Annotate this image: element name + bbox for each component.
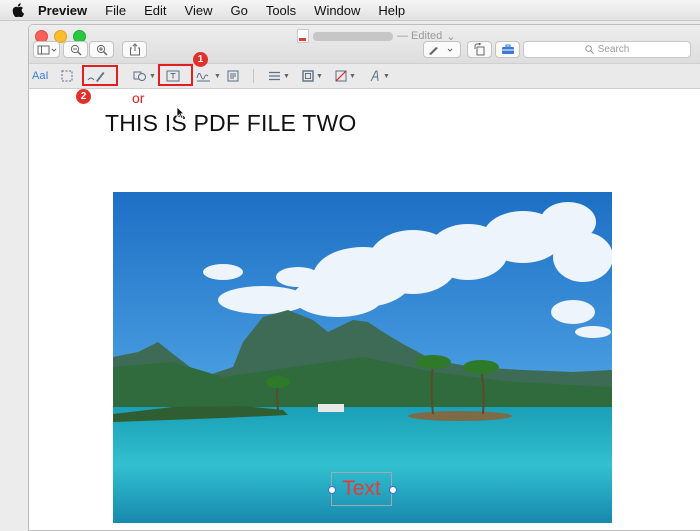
menu-help[interactable]: Help (378, 3, 405, 18)
markup-toolbar: AaI ▼ ▼ ▼ ▼ ▼ ▼ (29, 63, 700, 89)
menu-go[interactable]: Go (230, 3, 247, 18)
zoom-in-button[interactable] (89, 41, 114, 58)
fill-color-icon (335, 70, 347, 82)
chevron-down-icon: ▼ (149, 72, 156, 80)
shapes-icon (133, 71, 146, 81)
chevron-down-icon: ▼ (383, 72, 390, 80)
pdf-heading: THIS IS PDF FILE TWO (105, 110, 357, 136)
menu-window[interactable]: Window (314, 3, 360, 18)
text-style-icon (370, 70, 379, 82)
menu-file[interactable]: File (105, 3, 126, 18)
search-placeholder: Search (597, 44, 630, 55)
menu-bar: Preview File Edit View Go Tools Window H… (0, 0, 700, 21)
menu-preview[interactable]: Preview (38, 3, 87, 18)
shapes-tool[interactable]: ▼ (133, 68, 156, 84)
resize-handle-left[interactable] (328, 486, 336, 494)
line-style-tool[interactable]: ▼ (268, 68, 290, 84)
markup-toolbar-button[interactable] (495, 41, 520, 58)
rectangular-selection-tool[interactable] (61, 68, 73, 84)
rotate-button[interactable] (467, 41, 492, 58)
resize-handle-right[interactable] (389, 486, 397, 494)
text-annotation-value: Text (342, 477, 381, 500)
sign-tool[interactable]: ▼ (196, 68, 221, 84)
window-titlebar: — Edited ⌄ Search (29, 25, 700, 63)
zoom-in-icon (96, 44, 107, 55)
note-icon (227, 70, 239, 82)
chevron-down-icon: ▼ (316, 72, 323, 80)
line-style-icon (269, 71, 280, 81)
or-annotation: or (132, 90, 145, 106)
zoom-out-button[interactable] (63, 41, 88, 58)
preview-window: — Edited ⌄ Search AaI ▼ ▼ ▼ ▼ ▼ ▼ THIS I… (28, 24, 700, 531)
menu-tools[interactable]: Tools (266, 3, 296, 18)
text-style-label: AaI (32, 70, 49, 82)
step-badge-1: 1 (193, 52, 208, 67)
rectangular-selection-icon (61, 70, 73, 82)
mouse-cursor-icon (176, 106, 185, 119)
note-tool[interactable] (227, 68, 239, 84)
pdf-document-icon (297, 29, 309, 43)
step-badge-2: 2 (76, 89, 91, 104)
search-icon (584, 45, 594, 54)
toolbox-icon (501, 44, 514, 54)
share-icon (129, 43, 140, 56)
highlight-sketch-tool (82, 65, 118, 86)
toolbar-divider (253, 69, 254, 83)
markup-pen-button[interactable] (423, 41, 461, 58)
chevron-down-icon: ▼ (214, 72, 221, 80)
pen-icon (429, 46, 453, 55)
redacted-filename (313, 31, 393, 41)
sidebar-icon (37, 45, 56, 54)
sidebar-view-button[interactable] (33, 41, 60, 58)
border-color-tool[interactable]: ▼ (302, 68, 323, 84)
share-button[interactable] (122, 41, 147, 58)
border-color-icon (302, 70, 314, 82)
highlight-text-box-tool (158, 64, 193, 86)
fill-color-tool[interactable]: ▼ (335, 68, 356, 84)
text-style-tool[interactable]: ▼ (369, 68, 390, 84)
sign-icon (196, 72, 210, 82)
search-field[interactable]: Search (523, 41, 691, 58)
menu-edit[interactable]: Edit (144, 3, 166, 18)
apple-menu-icon[interactable] (12, 3, 26, 17)
chevron-down-icon: ▼ (283, 72, 290, 80)
chevron-down-icon: ▼ (349, 72, 356, 80)
text-selection-tool[interactable]: AaI (32, 68, 49, 84)
rotate-icon (474, 43, 485, 56)
text-annotation-box[interactable]: Text (331, 472, 392, 506)
zoom-out-icon (70, 44, 81, 55)
menu-view[interactable]: View (185, 3, 213, 18)
